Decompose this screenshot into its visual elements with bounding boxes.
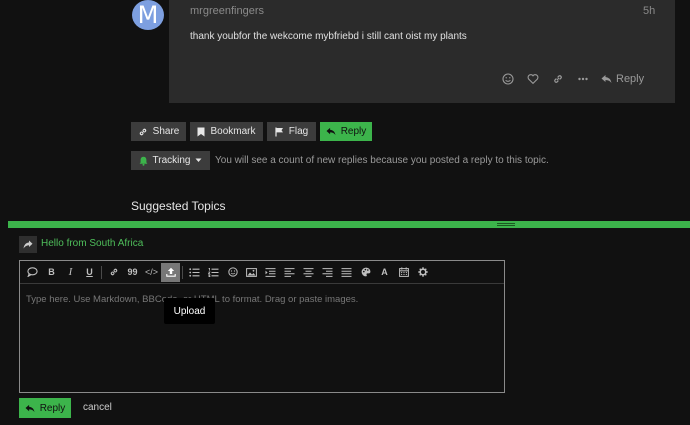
smile-icon[interactable] bbox=[498, 71, 518, 87]
reply-icon bbox=[326, 127, 336, 136]
toolbar-divider bbox=[182, 265, 183, 279]
toolbar-divider bbox=[101, 265, 102, 279]
flag-icon bbox=[275, 127, 283, 136]
underline-button[interactable]: U bbox=[80, 263, 99, 282]
bell-icon bbox=[139, 156, 147, 166]
composer-editor: B I U 99 </> A Type here. Use Markdown, … bbox=[19, 260, 505, 393]
post-time[interactable]: 5h bbox=[643, 5, 655, 17]
share-button[interactable]: Share bbox=[131, 122, 186, 141]
flag-button[interactable]: Flag bbox=[267, 122, 316, 141]
speech-bubble-icon[interactable] bbox=[23, 263, 42, 282]
caret-down-icon bbox=[195, 158, 202, 162]
tracking-note: You will see a count of new replies beca… bbox=[215, 155, 549, 166]
reply-to-topic-link[interactable]: Hello from South Africa bbox=[41, 238, 143, 249]
composer-grippie[interactable] bbox=[8, 221, 690, 228]
reply-icon bbox=[601, 75, 612, 83]
post-body: thank youbfor the wekcome mybfriebd i st… bbox=[190, 31, 467, 42]
link-icon[interactable] bbox=[104, 263, 123, 282]
align-right-icon[interactable] bbox=[318, 263, 337, 282]
code-button[interactable]: </> bbox=[142, 263, 161, 282]
bookmark-button[interactable]: Bookmark bbox=[190, 122, 263, 141]
upload-tooltip: Upload bbox=[164, 298, 215, 324]
bullet-list-icon[interactable] bbox=[185, 263, 204, 282]
align-justify-icon[interactable] bbox=[337, 263, 356, 282]
post-actions: Reply bbox=[498, 71, 644, 87]
heart-icon[interactable] bbox=[523, 71, 543, 87]
topic-reply-button[interactable]: Reply bbox=[320, 122, 372, 141]
flag-label: Flag bbox=[288, 126, 309, 137]
image-icon[interactable] bbox=[242, 263, 261, 282]
gear-icon[interactable] bbox=[413, 263, 432, 282]
share-label: Share bbox=[152, 126, 180, 137]
reply-to-share-icon[interactable] bbox=[19, 236, 37, 253]
more-icon[interactable] bbox=[573, 71, 593, 87]
numbered-list-icon[interactable] bbox=[204, 263, 223, 282]
indent-icon[interactable] bbox=[261, 263, 280, 282]
italic-button[interactable]: I bbox=[61, 263, 80, 282]
link-icon bbox=[139, 128, 146, 135]
grip-lines-icon bbox=[497, 223, 515, 226]
tracking-dropdown[interactable]: Tracking bbox=[131, 151, 210, 170]
text-color-button[interactable]: A bbox=[375, 263, 394, 282]
bookmark-label: Bookmark bbox=[210, 126, 256, 137]
editor-toolbar: B I U 99 </> A bbox=[20, 261, 504, 284]
align-left-icon[interactable] bbox=[280, 263, 299, 282]
composer-reply-label: Reply bbox=[39, 402, 66, 414]
suggested-topics-heading: Suggested Topics bbox=[131, 199, 226, 213]
upload-icon[interactable] bbox=[161, 262, 180, 282]
cancel-link[interactable]: cancel bbox=[83, 402, 112, 413]
quote-button[interactable]: 99 bbox=[123, 263, 142, 282]
tracking-label: Tracking bbox=[152, 155, 191, 166]
palette-icon[interactable] bbox=[356, 263, 375, 282]
emoji-icon[interactable] bbox=[223, 263, 242, 282]
avatar[interactable]: M bbox=[132, 0, 164, 30]
page: M mrgreenfingers 5h thank youbfor the we… bbox=[0, 0, 690, 425]
topic-reply-label: Reply bbox=[340, 126, 367, 137]
post-reply-button[interactable]: Reply bbox=[601, 73, 644, 85]
bookmark-icon bbox=[197, 127, 205, 136]
composer-reply-button[interactable]: Reply bbox=[19, 398, 71, 418]
align-center-icon[interactable] bbox=[299, 263, 318, 282]
reply-icon bbox=[25, 404, 35, 412]
link-icon[interactable] bbox=[548, 71, 568, 87]
post-reply-label: Reply bbox=[616, 73, 645, 85]
bold-button[interactable]: B bbox=[42, 263, 61, 282]
post-username[interactable]: mrgreenfingers bbox=[190, 5, 264, 17]
calendar-icon[interactable] bbox=[394, 263, 413, 282]
